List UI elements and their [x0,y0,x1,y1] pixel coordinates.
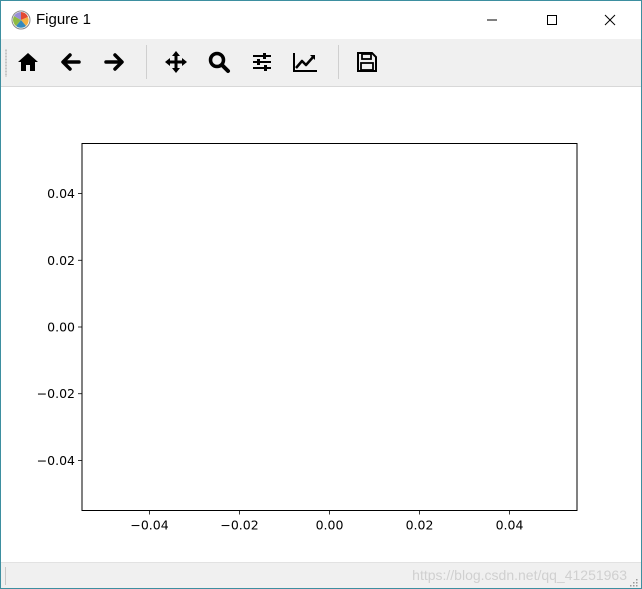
close-button[interactable] [587,1,633,39]
magnifier-icon [208,51,230,73]
matplotlib-logo-icon [11,10,31,30]
y-tick-label: 0.00 [47,320,75,335]
toolbar-grip[interactable] [5,49,7,77]
y-axis-ticks: −0.04 −0.02 0.00 0.02 0.04 [37,186,82,468]
x-tick-label: 0.04 [496,518,524,533]
home-button[interactable] [13,47,43,77]
pan-button[interactable] [161,47,191,77]
maximize-button[interactable] [529,1,575,39]
close-icon [604,14,616,26]
watermark-text: https://blog.csdn.net/qq_41251963 [412,567,627,583]
plot-svg[interactable]: −0.04 −0.02 0.00 0.02 0.04 −0.04 −0.02 0.00 0.0… [1,87,641,562]
move-icon [165,51,187,73]
home-icon [18,53,38,71]
subplots-button[interactable] [247,47,277,77]
sliders-icon [253,53,271,71]
status-bar: https://blog.csdn.net/qq_41251963 [1,562,641,588]
maximize-icon [547,15,557,25]
minimize-icon [487,19,497,21]
status-divider [5,567,6,585]
x-tick-label: 0.02 [406,518,434,533]
y-tick-label: 0.04 [47,186,75,201]
edit-axis-button[interactable] [290,47,320,77]
minimize-button[interactable] [469,1,515,39]
figure-window: Figure 1 −0.04 −0.02 0.00 0.02 0.04 −0.0… [0,0,642,589]
resize-grip-icon[interactable] [628,577,638,587]
save-button[interactable] [352,47,382,77]
zoom-button[interactable] [204,47,234,77]
back-button[interactable] [56,47,86,77]
axes-frame [81,143,578,511]
x-tick-label: −0.02 [220,518,258,533]
toolbar-separator [338,45,339,79]
forward-button[interactable] [99,47,129,77]
x-tick-label: 0.00 [316,518,344,533]
toolbar-separator [146,45,147,79]
arrow-right-icon [104,53,124,71]
y-tick-label: 0.02 [47,253,75,268]
y-tick-label: −0.04 [37,453,75,468]
figure-canvas[interactable]: −0.04 −0.02 0.00 0.02 0.04 −0.04 −0.02 0.00 0.0… [1,87,641,562]
y-tick-label: −0.02 [37,386,75,401]
x-tick-label: −0.04 [130,518,168,533]
navigation-toolbar [1,39,641,87]
arrow-left-icon [61,53,81,71]
floppy-disk-icon [357,52,377,72]
line-chart-icon [293,53,317,72]
title-bar[interactable]: Figure 1 [1,1,641,39]
x-axis-ticks: −0.04 −0.02 0.00 0.02 0.04 [130,510,524,533]
window-title: Figure 1 [36,11,92,28]
